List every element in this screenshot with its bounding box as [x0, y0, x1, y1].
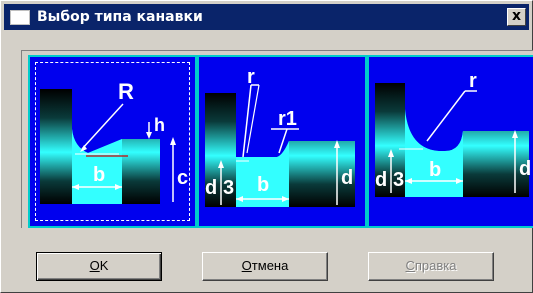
groove-diagram-1: R h b c: [40, 79, 188, 204]
help-label: правка: [414, 258, 457, 273]
label-digit: 3: [393, 169, 404, 191]
label-depth1: d: [375, 169, 387, 191]
cancel-label: тмена: [251, 258, 289, 273]
label-radius: R: [118, 79, 134, 104]
label-digit: 3: [223, 177, 234, 199]
help-accelerator: С: [405, 258, 415, 273]
groove-diagram-2: r r1 b d 3 d: [205, 66, 355, 207]
groove-option-1[interactable]: R h b c: [28, 55, 197, 228]
label-depth2: d: [519, 158, 531, 180]
groove-option-2[interactable]: r r1 b d 3 d: [197, 55, 367, 228]
close-icon: x: [511, 8, 522, 24]
close-button[interactable]: x: [507, 8, 526, 26]
label-width: b: [93, 164, 105, 186]
label-width: b: [257, 174, 269, 196]
title-bar[interactable]: Выбор типа канавки x: [4, 4, 529, 30]
ok-button[interactable]: OK: [36, 252, 162, 281]
help-button[interactable]: Справка: [368, 252, 494, 281]
window-title: Выбор типа канавки: [37, 9, 203, 25]
ok-accelerator: O: [89, 258, 100, 273]
label-depth1: d: [205, 177, 217, 199]
cancel-accelerator: О: [241, 258, 252, 273]
label-radius: r: [469, 70, 477, 92]
ok-label: K: [99, 258, 109, 273]
window-app-icon: [10, 9, 30, 25]
label-depth: c: [177, 167, 188, 189]
cancel-button[interactable]: Отмена: [202, 252, 328, 281]
label-radius: r: [247, 66, 255, 88]
groove-diagram-3: r b d 3 d: [375, 70, 531, 197]
label-radius2: r1: [278, 108, 297, 130]
label-depth2: d: [341, 167, 353, 189]
groove-option-3[interactable]: r b d 3 d: [367, 55, 533, 228]
label-height: h: [154, 115, 165, 135]
label-width: b: [429, 159, 441, 181]
